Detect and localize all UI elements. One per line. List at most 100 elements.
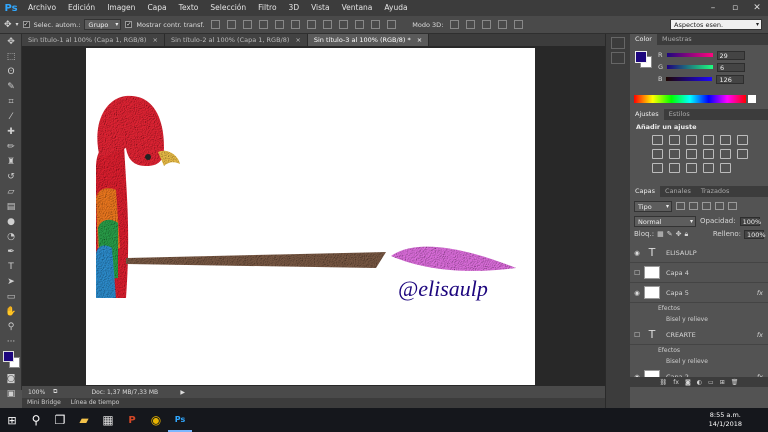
- white-swatch[interactable]: [748, 95, 756, 103]
- filter-type-icon[interactable]: [702, 202, 711, 210]
- maximize-icon[interactable]: ▫: [724, 0, 746, 16]
- panel-tab-canales[interactable]: Canales: [660, 186, 696, 197]
- zoom-tool-icon[interactable]: ⚲: [0, 319, 22, 334]
- distribute-left-icon[interactable]: [355, 20, 365, 29]
- lock-transparency-icon[interactable]: ▦: [657, 230, 664, 238]
- document-tab-2[interactable]: Sin título-2 al 100% (Capa 1, RGB/8) ×: [164, 34, 308, 46]
- gradient-map-icon[interactable]: [703, 163, 714, 173]
- quick-mask-icon[interactable]: ◙: [0, 371, 22, 386]
- lock-all-icon[interactable]: 🔒︎: [684, 230, 688, 239]
- autoselect-checkbox[interactable]: ✓: [22, 21, 30, 28]
- filter-smart-icon[interactable]: [728, 202, 737, 210]
- filter-shape-icon[interactable]: [715, 202, 724, 210]
- eye-icon[interactable]: ◉: [630, 373, 644, 378]
- close-icon[interactable]: ✕: [746, 0, 768, 16]
- color-spectrum[interactable]: [634, 95, 746, 103]
- move-tool-icon[interactable]: ✥: [0, 34, 22, 49]
- quick-select-tool-icon[interactable]: ✎: [0, 79, 22, 94]
- channel-mixer-icon[interactable]: [720, 149, 731, 159]
- pen-tool-icon[interactable]: ✒: [0, 244, 22, 259]
- align-top-icon[interactable]: [211, 20, 221, 29]
- photoshop-taskbar-icon[interactable]: Ps: [168, 408, 192, 432]
- eyedropper-tool-icon[interactable]: ⁄: [0, 109, 22, 124]
- clone-stamp-tool-icon[interactable]: ♜: [0, 154, 22, 169]
- align-center-icon[interactable]: [275, 20, 285, 29]
- layer-style-icon[interactable]: fx: [673, 379, 679, 386]
- layer-row[interactable]: ☐ Capa 4: [630, 263, 768, 283]
- menu-item-4[interactable]: Texto: [173, 0, 205, 16]
- document-canvas[interactable]: @elisaulp: [86, 48, 535, 385]
- workspace-dropdown[interactable]: Aspectos esen.: [670, 19, 762, 30]
- threshold-icon[interactable]: [686, 163, 697, 173]
- fx-icon[interactable]: fx: [757, 289, 763, 297]
- bottom-tab-0[interactable]: Mini Bridge: [22, 398, 66, 408]
- windows-start-icon[interactable]: ⊞: [0, 408, 24, 432]
- system-clock[interactable]: 8:55 a.m. 14/1/2018: [709, 411, 742, 429]
- new-adjustment-icon[interactable]: ◐: [697, 379, 702, 386]
- transform-checkbox[interactable]: ✓: [125, 21, 133, 28]
- align-middle-icon[interactable]: [227, 20, 237, 29]
- link-layers-icon[interactable]: ⛓: [660, 379, 668, 386]
- color-lookup-icon[interactable]: [737, 149, 748, 159]
- align-left-icon[interactable]: [259, 20, 269, 29]
- tab-close-icon[interactable]: ×: [152, 36, 157, 44]
- menu-item-3[interactable]: Capa: [141, 0, 172, 16]
- color-balance-icon[interactable]: [669, 149, 680, 159]
- align-right-icon[interactable]: [291, 20, 301, 29]
- tab-close-icon[interactable]: ×: [295, 36, 300, 44]
- filter-pixel-icon[interactable]: [676, 202, 685, 210]
- slider-r-track[interactable]: [666, 53, 713, 57]
- invert-icon[interactable]: [652, 163, 663, 173]
- hidden-visibility-icon[interactable]: ☐: [630, 331, 644, 339]
- posterize-icon[interactable]: [669, 163, 680, 173]
- menu-item-10[interactable]: Ayuda: [378, 0, 413, 16]
- delete-layer-icon[interactable]: 🗑︎: [731, 379, 739, 386]
- fill-value[interactable]: 100%: [744, 229, 766, 239]
- store-icon[interactable]: ▦: [96, 408, 120, 432]
- effects-row[interactable]: Efectos: [630, 345, 768, 356]
- menu-item-5[interactable]: Selección: [204, 0, 252, 16]
- bottom-tab-1[interactable]: Línea de tiempo: [66, 398, 125, 408]
- triangle-icon[interactable]: [737, 135, 748, 145]
- powerpoint-icon[interactable]: P: [120, 408, 144, 432]
- 3d-scale-icon[interactable]: [514, 20, 524, 29]
- 3d-rotate-icon[interactable]: [450, 20, 460, 29]
- crop-tool-icon[interactable]: ⌗: [0, 94, 22, 109]
- opacity-value[interactable]: 100%: [739, 216, 761, 226]
- effect-row[interactable]: Bisel y relieve: [630, 314, 768, 325]
- exposure-icon[interactable]: [703, 135, 714, 145]
- menu-item-6[interactable]: Filtro: [252, 0, 282, 16]
- slider-b-track[interactable]: [666, 77, 713, 81]
- panel-tab-color[interactable]: Color: [630, 34, 657, 45]
- layer-row[interactable]: ◉ Capa 2 fx: [630, 367, 768, 377]
- levels-icon[interactable]: [669, 135, 680, 145]
- hue-saturation-icon[interactable]: [652, 149, 663, 159]
- hidden-visibility-icon[interactable]: ☐: [630, 269, 644, 277]
- file-explorer-icon[interactable]: ▰: [72, 408, 96, 432]
- menu-item-9[interactable]: Ventana: [336, 0, 379, 16]
- more-tools-icon[interactable]: ···: [0, 334, 22, 349]
- curves-icon[interactable]: [686, 135, 697, 145]
- status-menu-icon[interactable]: ▶: [180, 389, 185, 396]
- task-view-icon[interactable]: ❐: [48, 408, 72, 432]
- search-icon[interactable]: ⚲: [24, 408, 48, 432]
- slider-g-track[interactable]: [667, 65, 714, 69]
- eye-icon[interactable]: ◉: [630, 289, 644, 297]
- foreground-color-swatch[interactable]: [3, 351, 14, 362]
- distribute-bottom-icon[interactable]: [339, 20, 349, 29]
- chrome-icon[interactable]: ◉: [144, 408, 168, 432]
- align-bottom-icon[interactable]: [243, 20, 253, 29]
- zoom-level[interactable]: 100%: [28, 389, 45, 396]
- effect-row[interactable]: Bisel y relieve: [630, 356, 768, 367]
- fx-icon[interactable]: fx: [757, 373, 763, 378]
- gradient-tool-icon[interactable]: ▤: [0, 199, 22, 214]
- black-white-icon[interactable]: [686, 149, 697, 159]
- menu-item-1[interactable]: Edición: [62, 0, 101, 16]
- panel-tab-ajustes[interactable]: Ajustes: [630, 109, 664, 120]
- history-panel-icon[interactable]: [611, 37, 625, 49]
- properties-panel-icon[interactable]: [611, 52, 625, 64]
- distribute-right-icon[interactable]: [387, 20, 397, 29]
- tool-preset-dropdown[interactable]: ▾: [16, 21, 19, 28]
- vibrance-icon[interactable]: [720, 135, 731, 145]
- foreground-color-swatch[interactable]: [635, 51, 647, 63]
